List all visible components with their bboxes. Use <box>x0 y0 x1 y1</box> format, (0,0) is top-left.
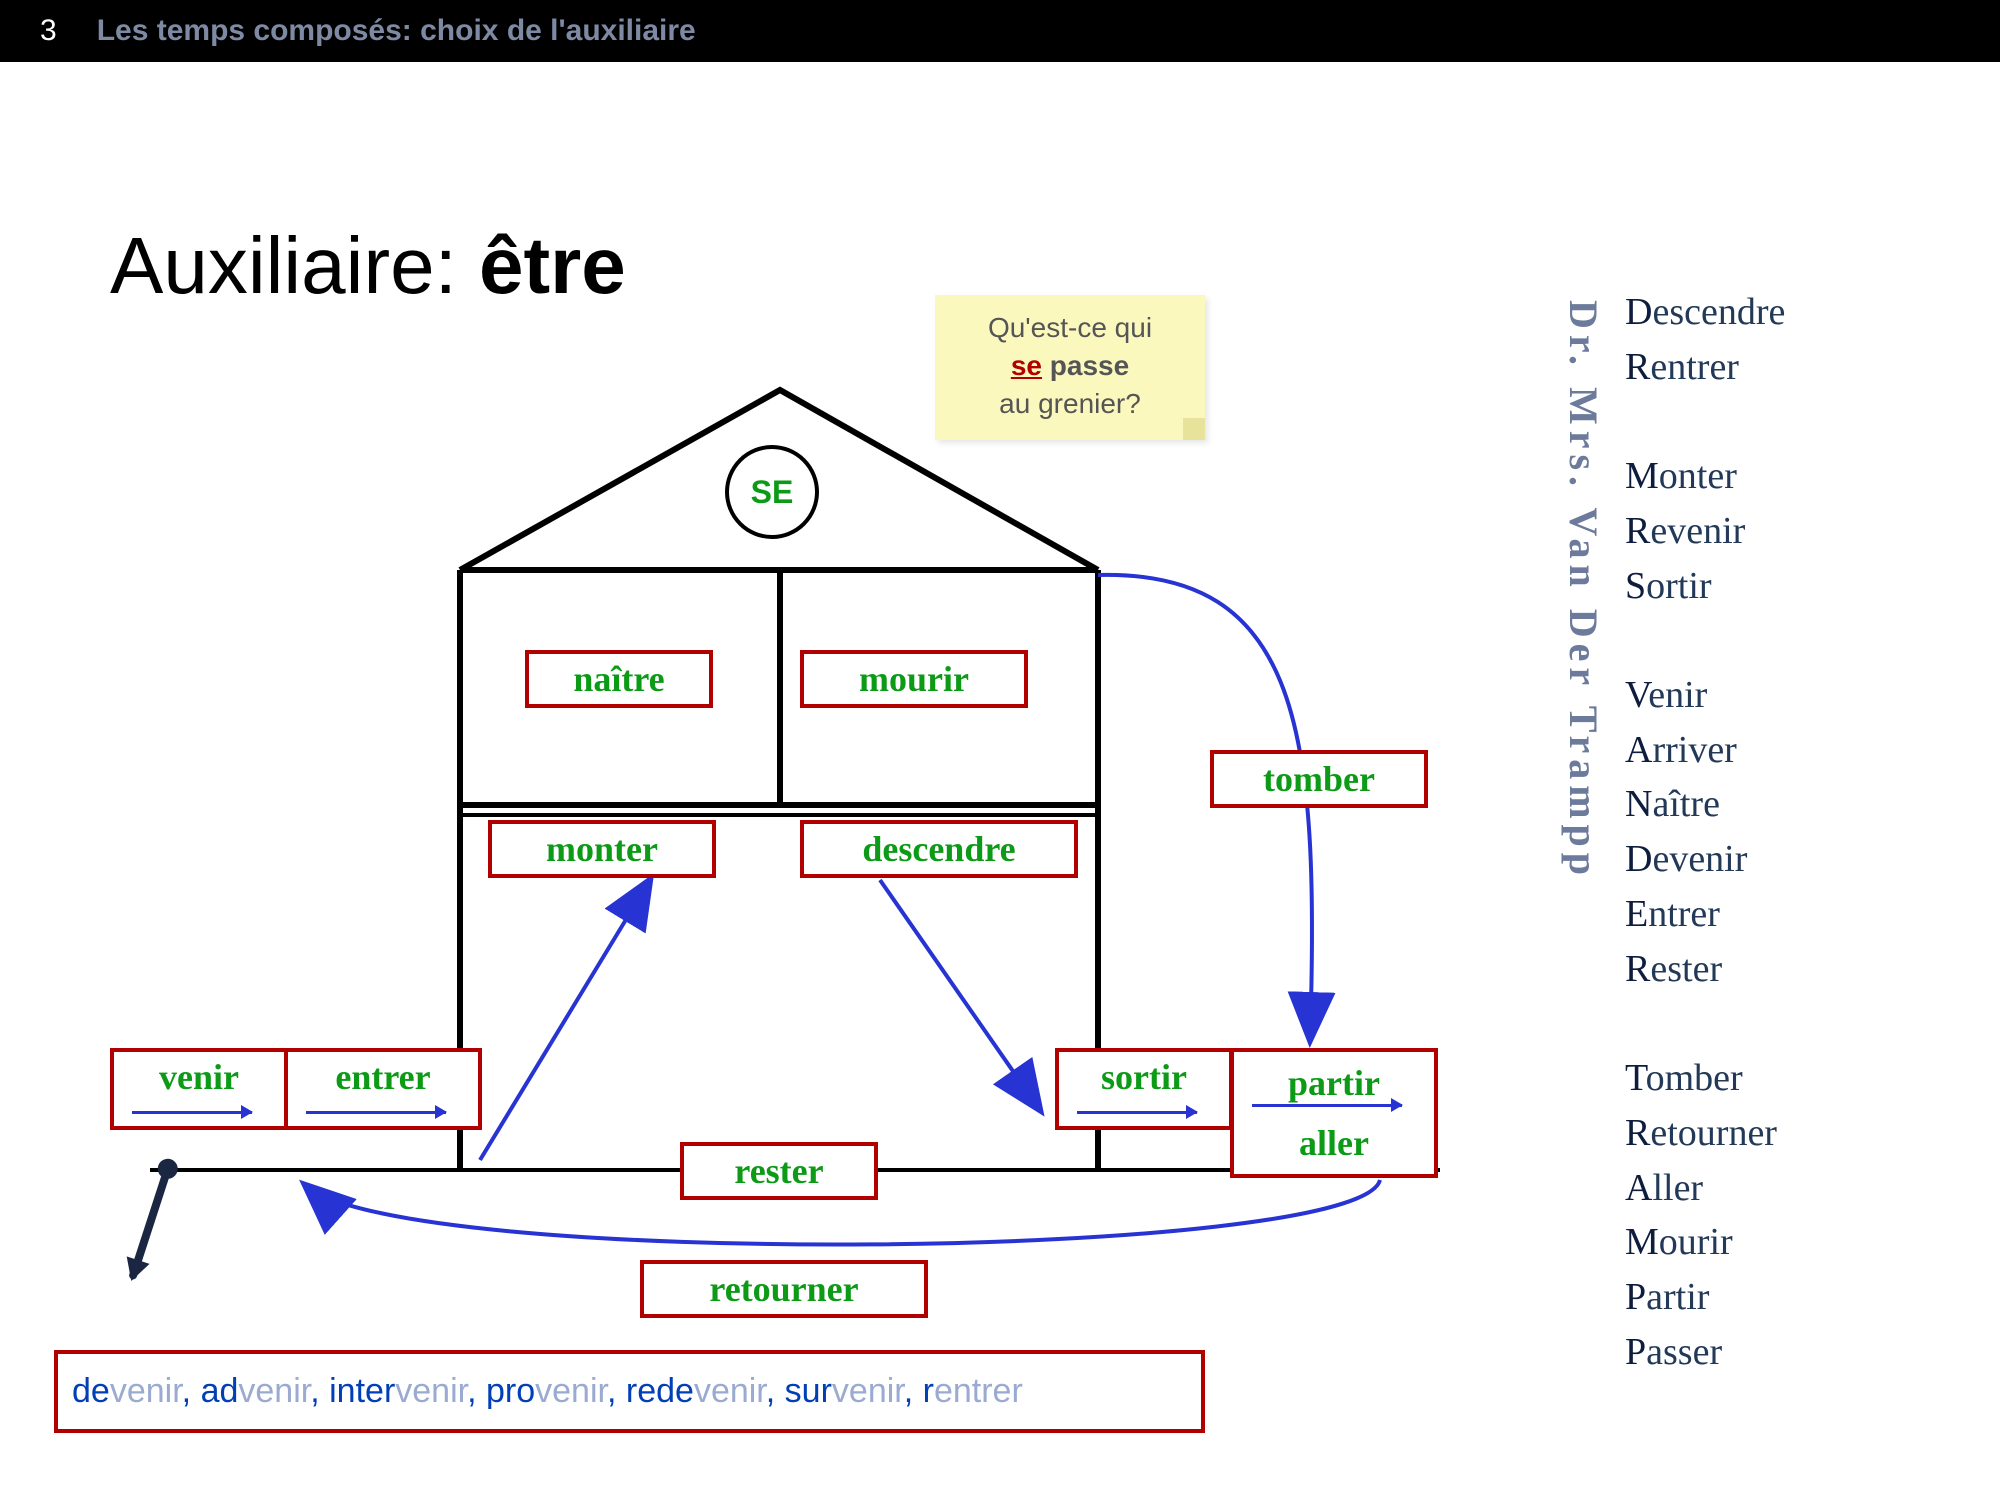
verb-sortir: sortir <box>1055 1048 1233 1130</box>
arrow-icon <box>1252 1104 1402 1107</box>
title-bold: être <box>479 221 626 310</box>
mnemonic-item: Monter <box>1625 449 1785 504</box>
mnemonic-item: Descendre <box>1625 285 1785 340</box>
mnemonic-item: Mourir <box>1625 1215 1785 1270</box>
verb-descendre: descendre <box>800 820 1078 878</box>
derived-verbs: devenir, advenir, intervenir, provenir, … <box>54 1350 1205 1433</box>
verb-venir: venir <box>110 1048 288 1130</box>
verb-entrer: entrer <box>284 1048 482 1130</box>
slide-header: 3 Les temps composés: choix de l'auxilia… <box>0 0 2000 62</box>
mnemonic-item <box>1625 394 1785 449</box>
verb-monter: monter <box>488 820 716 878</box>
mnemonic-item: Aller <box>1625 1161 1785 1216</box>
mnemonic-vertical: Dr. Mrs. Van Der Trampp <box>1560 300 1607 881</box>
arrow-icon <box>132 1111 252 1114</box>
mnemonic-list: DescendreRentrer MonterRevenirSortir Ven… <box>1625 285 1785 1379</box>
arrow-icon <box>1077 1111 1197 1114</box>
mnemonic-item: Sortir <box>1625 559 1785 614</box>
mnemonic-item: Devenir <box>1625 832 1785 887</box>
verb-retourner: retourner <box>640 1260 928 1318</box>
main-title: Auxiliaire: être <box>110 220 626 312</box>
mnemonic-item: Revenir <box>1625 504 1785 559</box>
mnemonic-item: Tomber <box>1625 1051 1785 1106</box>
se-circle: SE <box>725 445 819 539</box>
verb-rester: rester <box>680 1142 878 1200</box>
mnemonic-item: Naître <box>1625 777 1785 832</box>
title-prefix: Auxiliaire: <box>110 221 479 310</box>
verb-mourir: mourir <box>800 650 1028 708</box>
mnemonic-item <box>1625 996 1785 1051</box>
mnemonic-item <box>1625 613 1785 668</box>
arrow-icon <box>306 1111 446 1114</box>
verb-partir-aller: partir aller <box>1230 1048 1438 1178</box>
slide-header-title: Les temps composés: choix de l'auxiliair… <box>97 14 696 48</box>
mnemonic-item: Partir <box>1625 1270 1785 1325</box>
slide-number: 3 <box>40 14 57 48</box>
verb-tomber: tomber <box>1210 750 1428 808</box>
mnemonic-item: Passer <box>1625 1325 1785 1380</box>
sticky-line1: Qu'est-ce qui <box>988 312 1152 343</box>
house-diagram: SE naître mourir monter descendre venir … <box>80 350 1500 1450</box>
mnemonic-item: Entrer <box>1625 887 1785 942</box>
mnemonic-item: Rentrer <box>1625 340 1785 395</box>
mnemonic-item: Arriver <box>1625 723 1785 778</box>
mnemonic-item: Rester <box>1625 942 1785 997</box>
mnemonic-item: Retourner <box>1625 1106 1785 1161</box>
verb-naitre: naître <box>525 650 713 708</box>
mnemonic-item: Venir <box>1625 668 1785 723</box>
